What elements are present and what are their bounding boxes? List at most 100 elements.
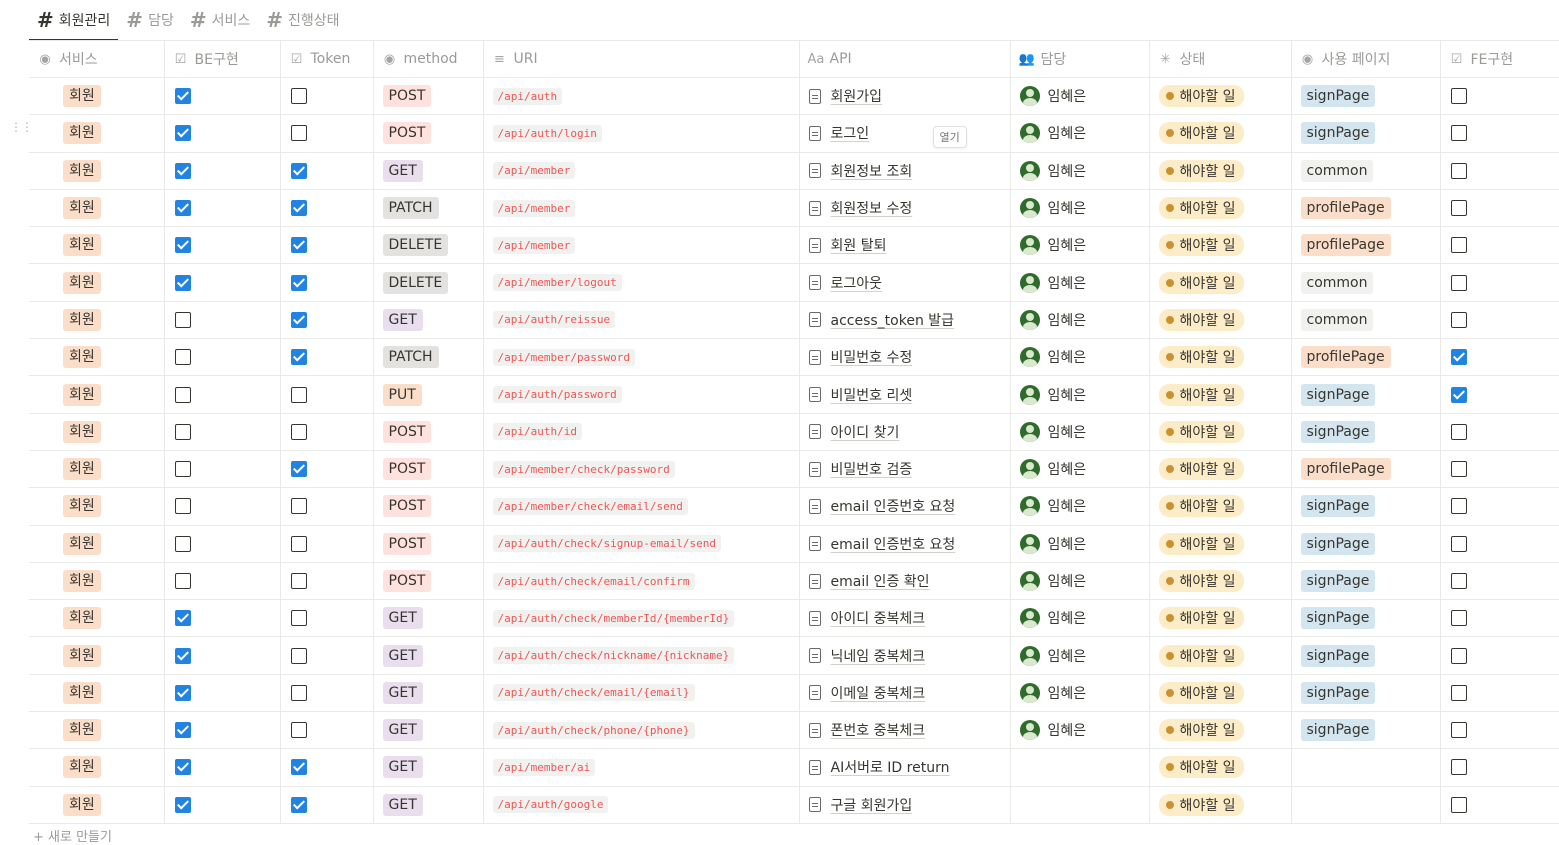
cell-be[interactable]	[164, 562, 280, 599]
cell-page[interactable]: profilePage	[1291, 227, 1440, 264]
token-checkbox[interactable]	[291, 200, 307, 216]
cell-service[interactable]: 회원	[29, 227, 164, 264]
api-title[interactable]: 폰번호 중복체크	[800, 720, 1010, 740]
be-checkbox[interactable]	[175, 536, 191, 552]
be-checkbox[interactable]	[175, 573, 191, 589]
cell-method[interactable]: DELETE	[373, 264, 483, 301]
cell-uri[interactable]: /api/auth/id	[483, 413, 799, 450]
cell-be[interactable]	[164, 674, 280, 711]
api-title[interactable]: 비밀번호 수정	[800, 347, 1010, 367]
cell-page[interactable]: signPage	[1291, 525, 1440, 562]
cell-fe[interactable]	[1440, 562, 1559, 599]
cell-method[interactable]: GET	[373, 637, 483, 674]
cell-assignee[interactable]: 임혜은	[1010, 413, 1149, 450]
api-title[interactable]: 회원정보 수정	[800, 198, 1010, 218]
tab-member-management[interactable]: #회원관리	[29, 0, 118, 40]
cell-assignee[interactable]	[1010, 786, 1149, 823]
cell-page[interactable]: signPage	[1291, 488, 1440, 525]
cell-token[interactable]	[280, 189, 373, 226]
cell-token[interactable]	[280, 413, 373, 450]
cell-api[interactable]: 이메일 중복체크	[799, 674, 1010, 711]
cell-fe[interactable]	[1440, 786, 1559, 823]
cell-api[interactable]: 구글 회원가입	[799, 786, 1010, 823]
fe-checkbox[interactable]	[1451, 610, 1467, 626]
fe-checkbox[interactable]	[1451, 387, 1467, 403]
api-title[interactable]: access_token 발급	[800, 310, 1010, 330]
cell-token[interactable]	[280, 600, 373, 637]
cell-method[interactable]: GET	[373, 301, 483, 338]
fe-checkbox[interactable]	[1451, 312, 1467, 328]
cell-fe[interactable]	[1440, 450, 1559, 487]
token-checkbox[interactable]	[291, 797, 307, 813]
api-title[interactable]: 비밀번호 검증	[800, 459, 1010, 479]
token-checkbox[interactable]	[291, 759, 307, 775]
cell-status[interactable]: 해야할 일	[1149, 600, 1291, 637]
cell-service[interactable]: 회원	[29, 600, 164, 637]
cell-page[interactable]: signPage	[1291, 712, 1440, 749]
cell-assignee[interactable]: 임혜은	[1010, 115, 1149, 152]
cell-api[interactable]: 로그아웃	[799, 264, 1010, 301]
api-title[interactable]: email 인증번호 요청	[800, 534, 1010, 554]
be-checkbox[interactable]	[175, 461, 191, 477]
fe-checkbox[interactable]	[1451, 349, 1467, 365]
cell-page[interactable]: signPage	[1291, 637, 1440, 674]
fe-checkbox[interactable]	[1451, 498, 1467, 514]
be-checkbox[interactable]	[175, 163, 191, 179]
cell-fe[interactable]	[1440, 674, 1559, 711]
be-checkbox[interactable]	[175, 387, 191, 403]
api-title[interactable]: 이메일 중복체크	[800, 683, 1010, 703]
cell-uri[interactable]: /api/auth/check/memberId/{memberId}	[483, 600, 799, 637]
cell-assignee[interactable]: 임혜은	[1010, 339, 1149, 376]
fe-checkbox[interactable]	[1451, 163, 1467, 179]
token-checkbox[interactable]	[291, 498, 307, 514]
cell-service[interactable]: 회원	[29, 413, 164, 450]
cell-be[interactable]	[164, 339, 280, 376]
cell-service[interactable]: 회원	[29, 339, 164, 376]
cell-service[interactable]: 회원	[29, 189, 164, 226]
cell-status[interactable]: 해야할 일	[1149, 562, 1291, 599]
cell-page[interactable]: common	[1291, 264, 1440, 301]
cell-fe[interactable]	[1440, 600, 1559, 637]
api-title[interactable]: 비밀번호 리셋	[800, 385, 1010, 405]
cell-be[interactable]	[164, 115, 280, 152]
cell-fe[interactable]	[1440, 264, 1559, 301]
cell-uri[interactable]: /api/auth/login	[483, 115, 799, 152]
be-checkbox[interactable]	[175, 200, 191, 216]
cell-api[interactable]: access_token 발급	[799, 301, 1010, 338]
fe-checkbox[interactable]	[1451, 275, 1467, 291]
cell-uri[interactable]: /api/auth/check/nickname/{nickname}	[483, 637, 799, 674]
cell-status[interactable]: 해야할 일	[1149, 227, 1291, 264]
cell-api[interactable]: email 인증번호 요청	[799, 488, 1010, 525]
cell-method[interactable]: GET	[373, 749, 483, 786]
token-checkbox[interactable]	[291, 312, 307, 328]
cell-assignee[interactable]: 임혜은	[1010, 301, 1149, 338]
token-checkbox[interactable]	[291, 573, 307, 589]
cell-service[interactable]: 회원	[29, 78, 164, 115]
cell-uri[interactable]: /api/auth/google	[483, 786, 799, 823]
be-checkbox[interactable]	[175, 237, 191, 253]
api-title[interactable]: 구글 회원가입	[800, 795, 1010, 815]
cell-method[interactable]: GET	[373, 600, 483, 637]
token-checkbox[interactable]	[291, 237, 307, 253]
cell-page[interactable]: common	[1291, 152, 1440, 189]
api-title[interactable]: 회원가입	[800, 86, 1010, 106]
cell-page[interactable]: common	[1291, 301, 1440, 338]
column-header-service[interactable]: ◉서비스	[29, 41, 164, 78]
cell-page[interactable]	[1291, 786, 1440, 823]
fe-checkbox[interactable]	[1451, 722, 1467, 738]
cell-uri[interactable]: /api/member/password	[483, 339, 799, 376]
cell-uri[interactable]: /api/member/check/password	[483, 450, 799, 487]
cell-fe[interactable]	[1440, 413, 1559, 450]
cell-fe[interactable]	[1440, 78, 1559, 115]
cell-be[interactable]	[164, 712, 280, 749]
api-title[interactable]: 아이디 찾기	[800, 422, 1010, 442]
cell-page[interactable]: signPage	[1291, 413, 1440, 450]
cell-api[interactable]: AI서버로 ID return	[799, 749, 1010, 786]
cell-assignee[interactable]: 임혜은	[1010, 189, 1149, 226]
be-checkbox[interactable]	[175, 275, 191, 291]
cell-status[interactable]: 해야할 일	[1149, 674, 1291, 711]
cell-status[interactable]: 해야할 일	[1149, 152, 1291, 189]
cell-uri[interactable]: /api/auth/password	[483, 376, 799, 413]
cell-be[interactable]	[164, 376, 280, 413]
cell-method[interactable]: PUT	[373, 376, 483, 413]
